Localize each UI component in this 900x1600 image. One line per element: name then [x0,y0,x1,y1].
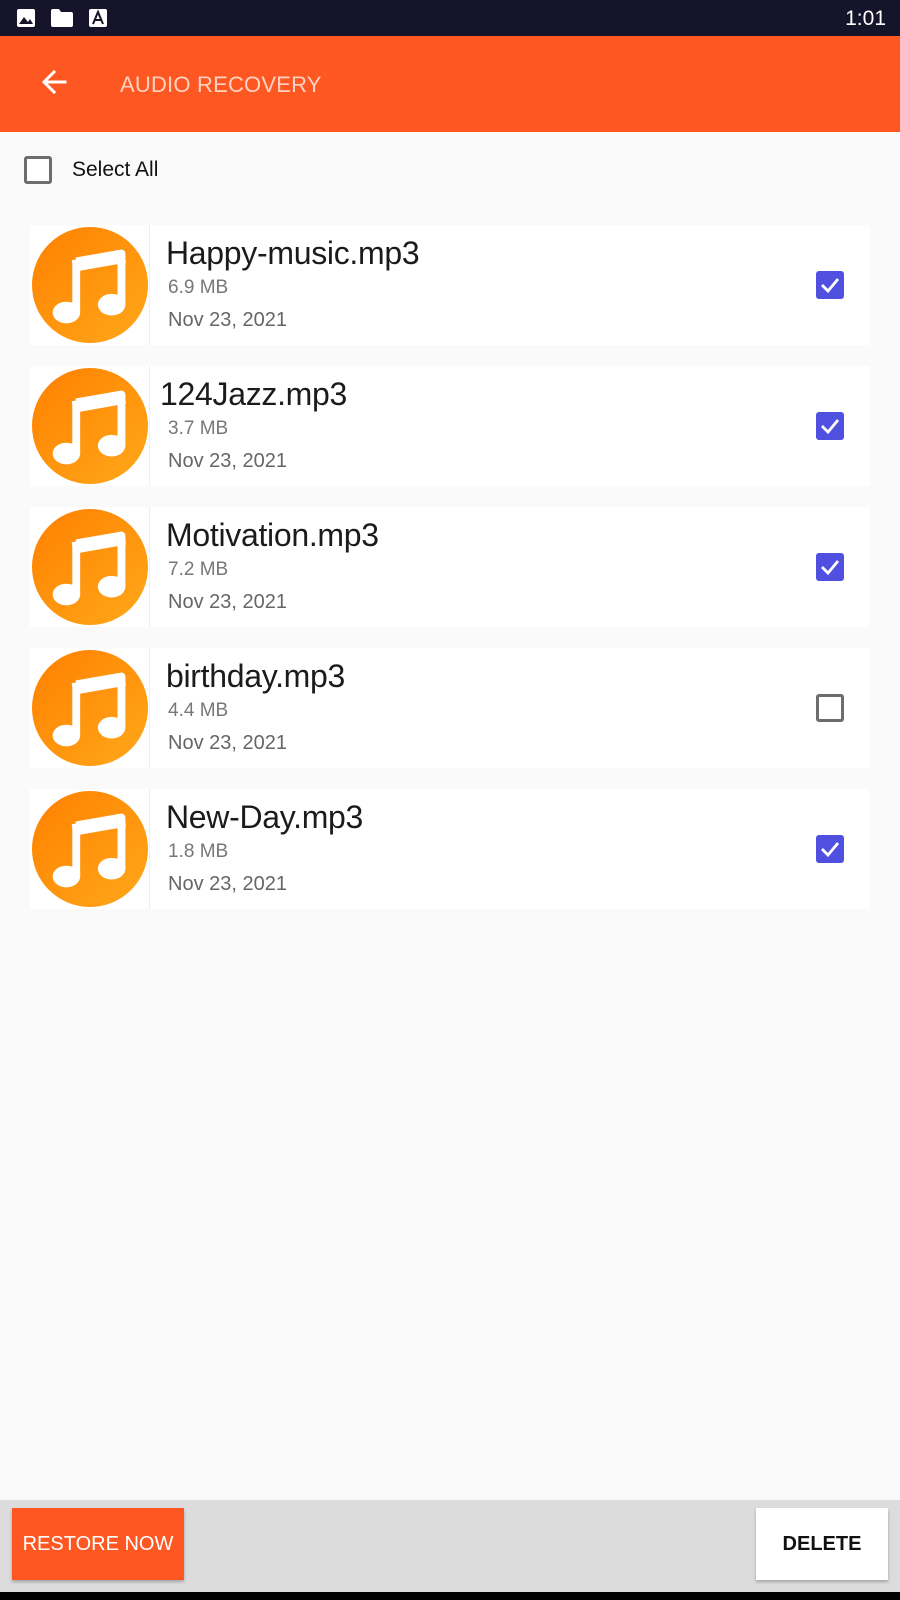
check-icon [821,419,840,435]
app-bar: AUDIO RECOVERY [0,36,900,132]
file-size: 4.4 MB [168,700,229,721]
file-size: 3.7 MB [168,418,229,439]
check-icon [821,278,840,294]
image-icon [17,9,35,27]
file-date: Nov 23, 2021 [168,873,287,895]
file-list: Happy-music.mp3 6.9 MB Nov 23, 2021 124J… [30,225,870,930]
checkbox-unchecked[interactable] [816,694,844,722]
delete-button[interactable]: DELETE [756,1508,888,1580]
music-note-icon [30,789,150,909]
checkbox-checked[interactable] [816,412,844,440]
status-bar: 1:01 [0,0,900,36]
status-time: 1:01 [845,7,886,30]
file-name: 124Jazz.mp3 [160,376,348,412]
folder-icon [51,9,73,27]
file-date: Nov 23, 2021 [168,732,287,754]
file-checkbox[interactable] [816,694,844,722]
music-note-icon [30,648,150,768]
checkbox-checked[interactable] [816,835,844,863]
list-item[interactable]: New-Day.mp3 1.8 MB Nov 23, 2021 [30,789,870,909]
check-icon [821,560,840,576]
checkbox-checked[interactable] [816,271,844,299]
file-date: Nov 23, 2021 [168,450,287,472]
file-name: Happy-music.mp3 [166,235,420,271]
bottom-action-bar: RESTORE NOW DELETE [0,1500,900,1592]
checkbox-checked[interactable] [816,553,844,581]
file-date: Nov 23, 2021 [168,309,287,331]
file-date: Nov 23, 2021 [168,591,287,613]
file-size: 6.9 MB [168,277,229,298]
list-item[interactable]: Happy-music.mp3 6.9 MB Nov 23, 2021 [30,225,870,345]
navigation-bar-edge [0,1592,900,1600]
music-note-icon [30,366,150,486]
arrow-back-icon[interactable] [36,64,72,100]
select-all-checkbox[interactable]: Select All [24,152,158,188]
file-name: New-Day.mp3 [166,799,364,835]
list-item[interactable]: Motivation.mp3 7.2 MB Nov 23, 2021 [30,507,870,627]
font-icon [89,9,107,27]
file-checkbox[interactable] [816,553,844,581]
status-icons [16,8,108,28]
restore-now-button[interactable]: RESTORE NOW [12,1508,184,1580]
file-size: 1.8 MB [168,841,229,862]
list-item[interactable]: birthday.mp3 4.4 MB Nov 23, 2021 [30,648,870,768]
file-name: Motivation.mp3 [166,517,379,553]
check-icon [821,842,840,858]
file-checkbox[interactable] [816,835,844,863]
file-checkbox[interactable] [816,412,844,440]
file-checkbox[interactable] [816,271,844,299]
music-note-icon [30,225,150,345]
music-note-icon [30,507,150,627]
list-item[interactable]: 124Jazz.mp3 3.7 MB Nov 23, 2021 [30,366,870,486]
file-size: 7.2 MB [168,559,229,580]
select-all-label: Select All [72,158,159,181]
page-title: AUDIO RECOVERY [120,72,322,97]
checkbox-box[interactable] [24,156,52,184]
file-name: birthday.mp3 [166,658,346,694]
